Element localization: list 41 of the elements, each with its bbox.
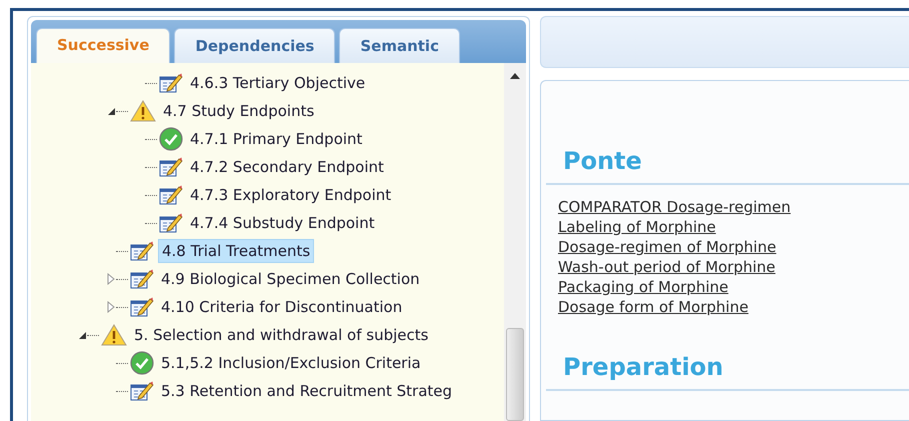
link[interactable]: Wash-out period of Morphine: [558, 257, 776, 277]
tree-item[interactable]: 5.1,5.2 Inclusion/Exclusion Criteria: [158, 352, 424, 374]
edit-document-icon: [159, 72, 183, 94]
warning-icon: [130, 100, 156, 122]
scrollbar[interactable]: [504, 63, 526, 421]
collapsed-triangle-icon[interactable]: [107, 301, 115, 313]
check-circle-icon: [159, 127, 183, 151]
check-circle-icon: [130, 351, 154, 375]
tab[interactable]: Dependencies: [174, 28, 336, 63]
edit-document-icon: [130, 268, 154, 290]
link[interactable]: COMPARATOR Dosage-regimen: [558, 197, 791, 217]
collapsed-triangle-icon[interactable]: [107, 273, 115, 285]
tree-item[interactable]: 4.8 Trial Treatments: [158, 239, 314, 263]
edit-document-icon: [130, 240, 154, 262]
tree-item[interactable]: 4.10 Criteria for Discontinuation: [158, 296, 406, 318]
edit-document-icon: [159, 212, 183, 234]
tree-item[interactable]: 5.3 Retention and Recruitment Strateg: [158, 380, 456, 402]
expanded-triangle-icon[interactable]: [78, 330, 86, 340]
warning-icon: [101, 324, 127, 346]
edit-document-icon: [130, 296, 154, 318]
tree-item[interactable]: 4.7 Study Endpoints: [160, 100, 318, 122]
expanded-triangle-icon[interactable]: [106, 106, 116, 116]
tab[interactable]: Semantic: [339, 28, 460, 63]
link[interactable]: Packaging of Morphine: [558, 277, 728, 297]
scroll-up-icon[interactable]: [510, 73, 520, 79]
section-heading: Ponte: [546, 147, 909, 185]
section-heading: Preparation: [546, 353, 909, 391]
link[interactable]: Dosage form of Morphine: [558, 297, 748, 317]
link[interactable]: Dosage-regimen of Morphine: [558, 237, 776, 257]
tree-item[interactable]: 4.7.2 Secondary Endpoint: [187, 156, 387, 178]
edit-document-icon: [159, 156, 183, 178]
edit-document-icon: [130, 380, 154, 402]
tree-item[interactable]: 5. Selection and withdrawal of subjects: [131, 324, 432, 346]
tree-item[interactable]: 4.7.3 Exploratory Endpoint: [187, 184, 394, 206]
tree-item[interactable]: 4.9 Biological Specimen Collection: [158, 268, 423, 290]
scroll-thumb[interactable]: [506, 328, 524, 421]
tree-item[interactable]: 4.6.3 Tertiary Objective: [187, 72, 368, 94]
tree-item[interactable]: 4.7.4 Substudy Endpoint: [187, 212, 378, 234]
edit-document-icon: [159, 184, 183, 206]
tree-item[interactable]: 4.7.1 Primary Endpoint: [187, 128, 366, 150]
link[interactable]: Labeling of Morphine: [558, 217, 716, 237]
